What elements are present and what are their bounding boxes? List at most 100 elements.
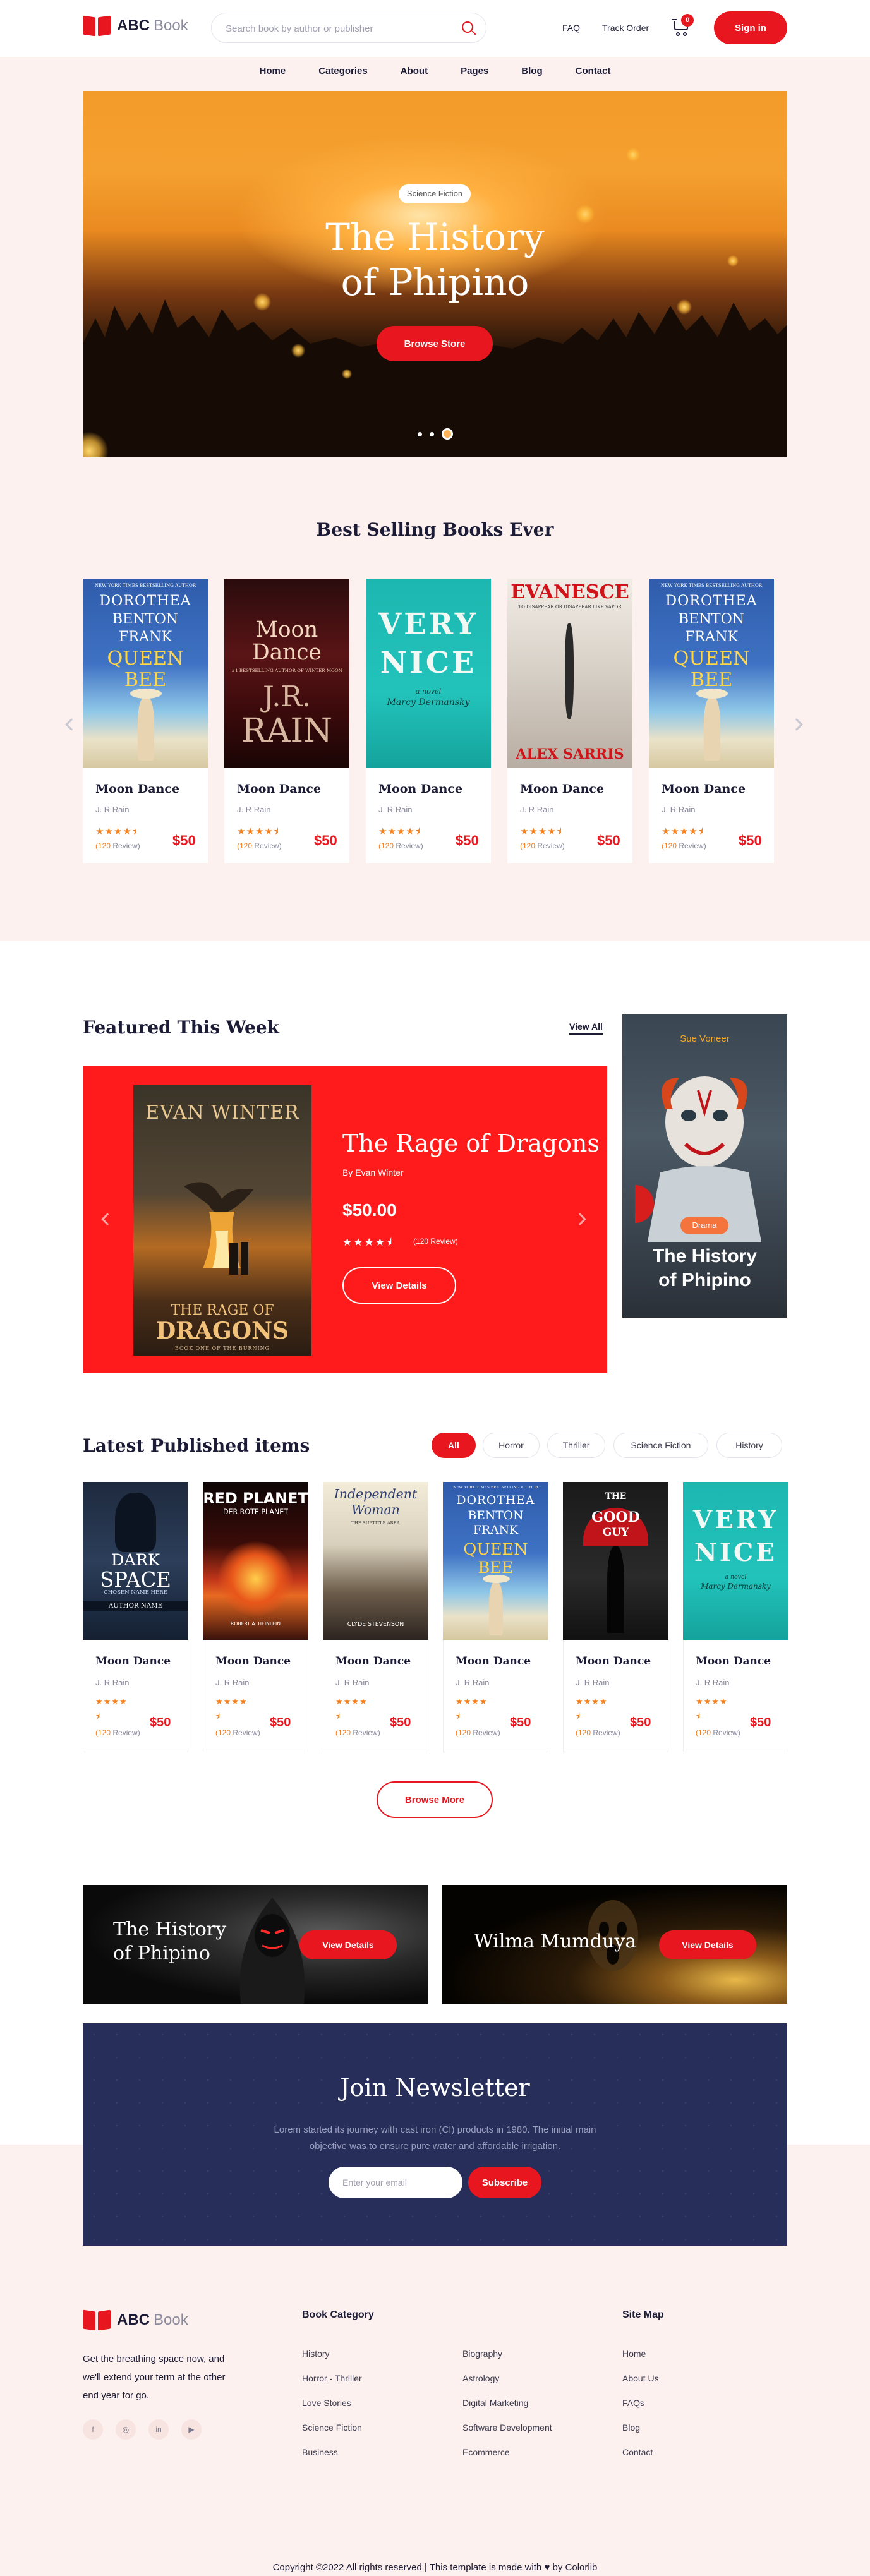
- book-cover[interactable]: RED PLANET DER ROTE PLANET ROBERT A. HEINL…: [203, 1482, 308, 1640]
- book-price: $50: [172, 833, 196, 848]
- hero-title-line2: of Phipino: [341, 261, 529, 304]
- featured-rating-stars: ★★★★⯨: [342, 1236, 393, 1248]
- promo-banner-2[interactable]: Wilma Mumduya View Details: [442, 1885, 787, 2004]
- rating-stars: ★★★★⯨: [520, 826, 562, 837]
- newsletter-section: Join Newsletter Lorem started its journe…: [83, 2023, 787, 2246]
- nav-pages[interactable]: Pages: [461, 66, 488, 76]
- logo-bold-text: ABC: [117, 17, 150, 34]
- sign-in-button[interactable]: Sign in: [714, 11, 787, 44]
- search-icon[interactable]: [462, 21, 473, 33]
- chevron-right-icon[interactable]: [574, 1213, 586, 1225]
- footer-link[interactable]: Home: [622, 2349, 646, 2359]
- filter-thriller[interactable]: Thriller: [547, 1433, 605, 1458]
- browse-more-button[interactable]: Browse More: [377, 1781, 493, 1818]
- cover-text: DARK: [111, 1551, 160, 1570]
- featured-book-cover[interactable]: EVAN WINTER THE RAGE OF DRAGONS BOOK ONE…: [133, 1085, 311, 1356]
- book-cover[interactable]: NEW YORK TIMES BESTSELLING AUTHOR DOROTHE…: [443, 1482, 548, 1640]
- nav-about[interactable]: About: [401, 66, 428, 76]
- footer-link[interactable]: Contact: [622, 2447, 653, 2457]
- footer-link[interactable]: Software Development: [462, 2423, 552, 2433]
- linkedin-icon[interactable]: in: [148, 2419, 169, 2440]
- promo-1-view-details-button[interactable]: View Details: [299, 1930, 397, 1959]
- browse-store-button[interactable]: Browse Store: [377, 326, 493, 361]
- cover-text: Dance: [252, 639, 322, 665]
- cover-text: FRANK: [473, 1524, 519, 1538]
- book-cover[interactable]: THE GOOD GUY: [563, 1482, 668, 1640]
- cover-text: Marcy Dermansky: [387, 697, 470, 707]
- chevron-left-icon[interactable]: [101, 1213, 114, 1225]
- review-count: (120 Review): [378, 841, 423, 850]
- slider-dot[interactable]: [430, 431, 434, 436]
- slider-dot[interactable]: [418, 431, 422, 436]
- site-logo[interactable]: ABC Book: [83, 15, 188, 37]
- footer-link[interactable]: Ecommerce: [462, 2447, 510, 2457]
- rating-stars: ★★★★: [456, 1697, 488, 1706]
- book-cover[interactable]: NEW YORK TIMES BESTSELLING AUTHOR DOROTHE…: [649, 579, 774, 768]
- book-cover[interactable]: VERY NICE a novel Marcy Dermansky: [683, 1482, 788, 1640]
- featured-book-price: $50.00: [342, 1200, 397, 1220]
- filter-horror[interactable]: Horror: [483, 1433, 540, 1458]
- cover-text: TO DISAPPEAR OR DISAPPEAR LIKE VAPOR: [518, 604, 622, 610]
- view-all-link[interactable]: View All: [569, 1021, 603, 1035]
- track-order-link[interactable]: Track Order: [602, 23, 649, 33]
- footer-link[interactable]: Biography: [462, 2349, 502, 2359]
- slider-dot-active[interactable]: [442, 428, 453, 440]
- book-price: $50: [510, 1716, 531, 1730]
- side-promo-author: Sue Voneer: [680, 1033, 730, 1044]
- footer-link[interactable]: About Us: [622, 2373, 659, 2383]
- promo-banner-1[interactable]: The History of Phipino View Details: [83, 1885, 428, 2004]
- bokeh-light: [291, 344, 305, 358]
- copyright-suffix: by Colorlib: [552, 2562, 598, 2573]
- newsletter-title: Join Newsletter: [340, 2074, 530, 2102]
- cart-count-badge: 0: [681, 14, 694, 27]
- instagram-icon[interactable]: ◎: [116, 2419, 136, 2440]
- bokeh-light: [342, 369, 352, 379]
- book-cover[interactable]: DARK SPACE CHOSEN NAME HERE AUTHOR NAME: [83, 1482, 188, 1640]
- book-price: $50: [630, 1716, 651, 1730]
- cover-text: J.R.: [262, 680, 311, 713]
- filter-all[interactable]: All: [432, 1433, 476, 1458]
- cover-text: BENTON: [678, 610, 745, 627]
- book-cover[interactable]: Moon Dance #1 BESTSELLING AUTHOR OF WINTER…: [224, 579, 349, 768]
- footer-link[interactable]: History: [302, 2349, 330, 2359]
- footer-link[interactable]: FAQs: [622, 2398, 644, 2408]
- rating-half-star: ⯨: [95, 1711, 100, 1721]
- filter-history[interactable]: History: [716, 1433, 782, 1458]
- footer-link[interactable]: Love Stories: [302, 2398, 351, 2408]
- nav-categories[interactable]: Categories: [318, 66, 368, 76]
- figure-shape: [489, 1581, 504, 1635]
- youtube-icon[interactable]: ▶: [181, 2419, 202, 2440]
- hero-slider-dots: [418, 428, 453, 440]
- footer-link[interactable]: Astrology: [462, 2373, 499, 2383]
- book-cover[interactable]: Independent Woman THE SUBTITLE AREA CLYDE S…: [323, 1482, 428, 1640]
- cover-text: VERY: [692, 1505, 779, 1535]
- nav-blog[interactable]: Blog: [521, 66, 542, 76]
- filter-science-fiction[interactable]: Science Fiction: [613, 1433, 708, 1458]
- book-cover[interactable]: NEW YORK TIMES BESTSELLING AUTHOR DOROTHE…: [83, 579, 208, 768]
- cover-text: FRANK: [684, 628, 739, 645]
- facebook-icon[interactable]: f: [83, 2419, 103, 2440]
- side-promo-card[interactable]: Sue Voneer Drama The History of Phipino: [622, 1014, 787, 1318]
- search-input[interactable]: [226, 21, 453, 36]
- footer-link[interactable]: Blog: [622, 2423, 640, 2433]
- book-cover[interactable]: EVANESCE TO DISAPPEAR OR DISAPPEAR LIKE V…: [507, 579, 632, 768]
- featured-view-details-button[interactable]: View Details: [342, 1267, 456, 1304]
- promo-2-view-details-button[interactable]: View Details: [659, 1930, 756, 1959]
- footer-link[interactable]: Science Fiction: [302, 2423, 362, 2433]
- nav-contact[interactable]: Contact: [576, 66, 611, 76]
- footer-link[interactable]: Horror - Thriller: [302, 2373, 362, 2383]
- cover-subtitle: BOOK ONE OF THE BURNING: [174, 1345, 270, 1351]
- footer-link[interactable]: Digital Marketing: [462, 2398, 528, 2408]
- footer-logo[interactable]: ABC Book: [83, 2309, 188, 2331]
- footer-link[interactable]: Business: [302, 2447, 338, 2457]
- featured-book-panel: EVAN WINTER THE RAGE OF DRAGONS BOOK ONE…: [83, 1066, 607, 1373]
- newsletter-email-input[interactable]: [329, 2167, 462, 2198]
- figure-shape: [564, 623, 574, 719]
- cover-text: DOROTHEA: [99, 593, 191, 610]
- faq-link[interactable]: FAQ: [562, 23, 580, 33]
- rating-stars: ★★★★: [696, 1697, 728, 1706]
- subscribe-button[interactable]: Subscribe: [468, 2167, 541, 2198]
- book-cover[interactable]: VERY NICE a novel Marcy Dermansky: [366, 579, 491, 768]
- cover-text: SPACE: [100, 1568, 171, 1592]
- nav-home[interactable]: Home: [260, 66, 286, 76]
